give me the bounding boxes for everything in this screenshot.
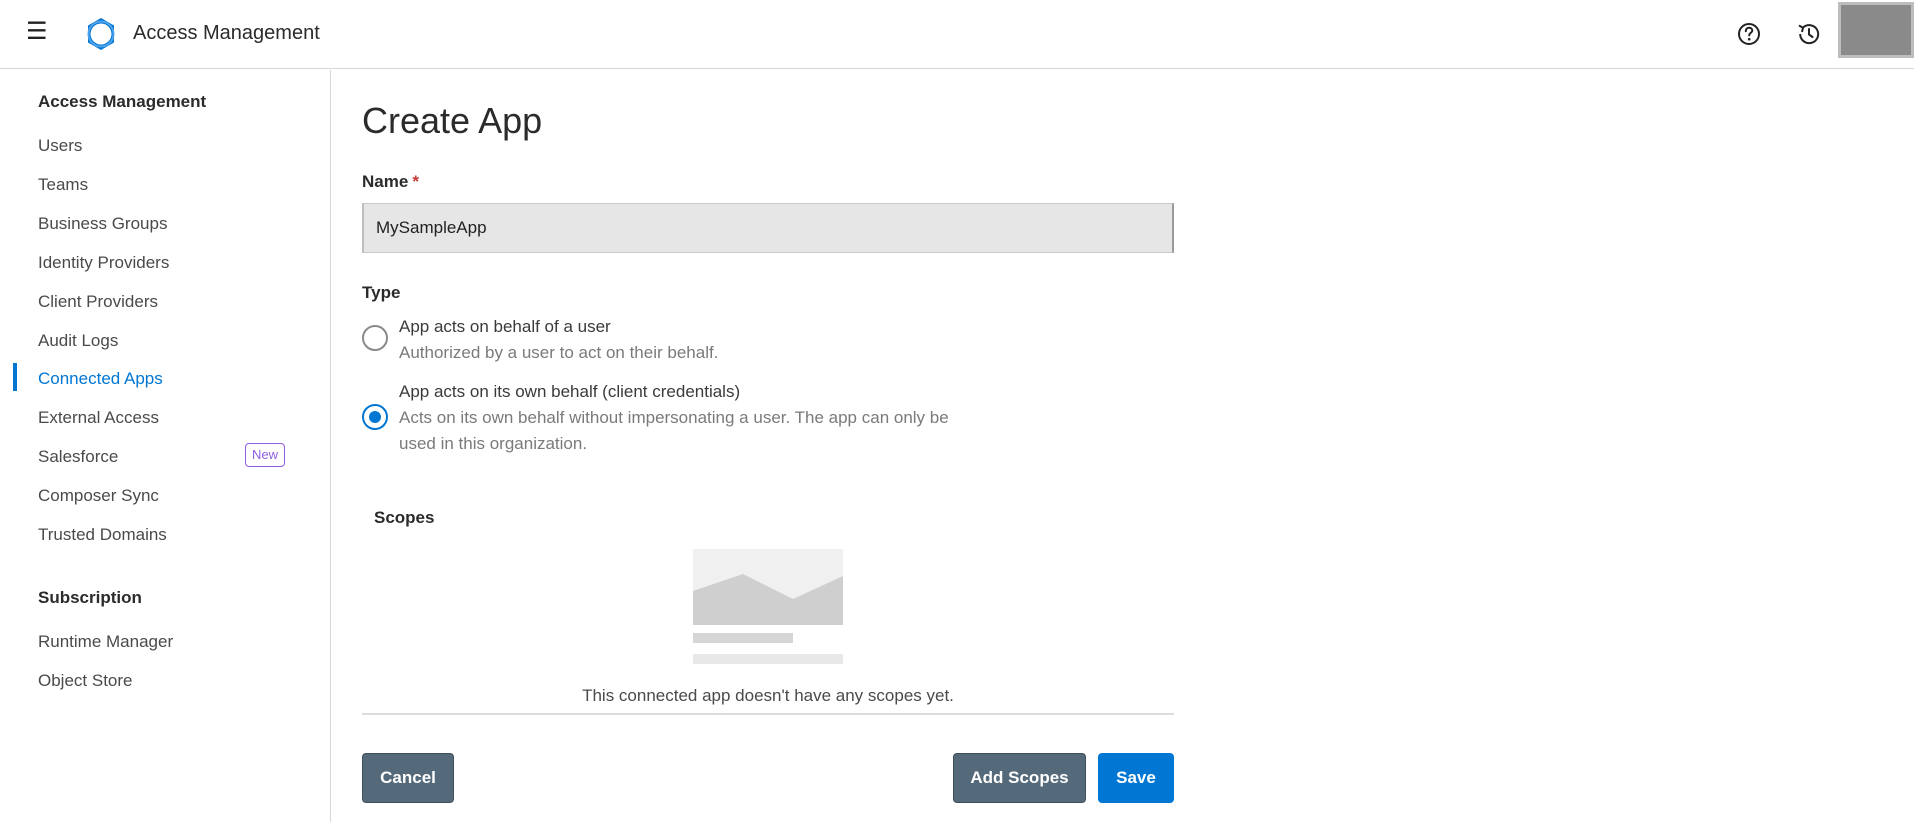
new-badge: New <box>245 443 285 467</box>
sidebar-item-identity-providers[interactable]: Identity Providers <box>38 253 288 273</box>
sidebar-item-object-store[interactable]: Object Store <box>38 671 288 691</box>
option-user-desc: Authorized by a user to act on their beh… <box>399 343 719 362</box>
sidebar-item-client-providers[interactable]: Client Providers <box>38 292 288 312</box>
sidebar-item-audit-logs[interactable]: Audit Logs <box>38 331 288 351</box>
option-own-title: App acts on its own behalf (client crede… <box>399 382 741 401</box>
name-input[interactable] <box>362 203 1174 253</box>
sidebar-item-users[interactable]: Users <box>38 136 288 156</box>
option-own-desc: Acts on its own behalf without impersona… <box>399 408 949 453</box>
sidebar-heading-subscription: Subscription <box>38 588 142 607</box>
sidebar-item-external-access[interactable]: External Access <box>38 408 288 428</box>
divider <box>362 713 1174 715</box>
sidebar-item-business-groups[interactable]: Business Groups <box>38 214 288 234</box>
radio-own-behalf[interactable] <box>362 404 388 430</box>
sidebar-heading-access-management: Access Management <box>38 92 207 111</box>
sidebar-item-trusted-domains[interactable]: Trusted Domains <box>38 525 288 545</box>
active-indicator <box>13 363 17 391</box>
app-title: Access Management <box>133 22 320 44</box>
app-logo-icon <box>87 18 115 50</box>
sidebar: Access Management Users Teams Business G… <box>0 70 331 822</box>
top-bar: ☰ Access Management <box>0 0 1914 69</box>
radio-on-behalf-of-user[interactable] <box>362 325 388 351</box>
type-label: Type <box>362 283 401 302</box>
sidebar-item-connected-apps[interactable]: Connected Apps <box>38 369 288 389</box>
sidebar-item-teams[interactable]: Teams <box>38 175 288 195</box>
help-icon[interactable] <box>1735 20 1763 48</box>
menu-icon[interactable]: ☰ <box>26 20 50 44</box>
scopes-label: Scopes <box>374 508 435 527</box>
sidebar-item-composer-sync[interactable]: Composer Sync <box>38 486 288 506</box>
save-button[interactable]: Save <box>1098 753 1174 803</box>
history-icon[interactable] <box>1795 20 1823 48</box>
empty-scopes-message: This connected app doesn't have any scop… <box>582 686 954 705</box>
avatar[interactable] <box>1838 2 1914 58</box>
option-user-title: App acts on behalf of a user <box>399 317 611 336</box>
cancel-button[interactable]: Cancel <box>362 753 454 803</box>
name-label-text: Name <box>362 172 409 191</box>
add-scopes-button[interactable]: Add Scopes <box>953 753 1086 803</box>
page-title: Create App <box>362 100 543 141</box>
required-mark: * <box>412 172 419 191</box>
empty-state-image-icon <box>693 549 843 664</box>
name-label: Name * <box>362 172 419 192</box>
sidebar-item-runtime-manager[interactable]: Runtime Manager <box>38 632 288 652</box>
